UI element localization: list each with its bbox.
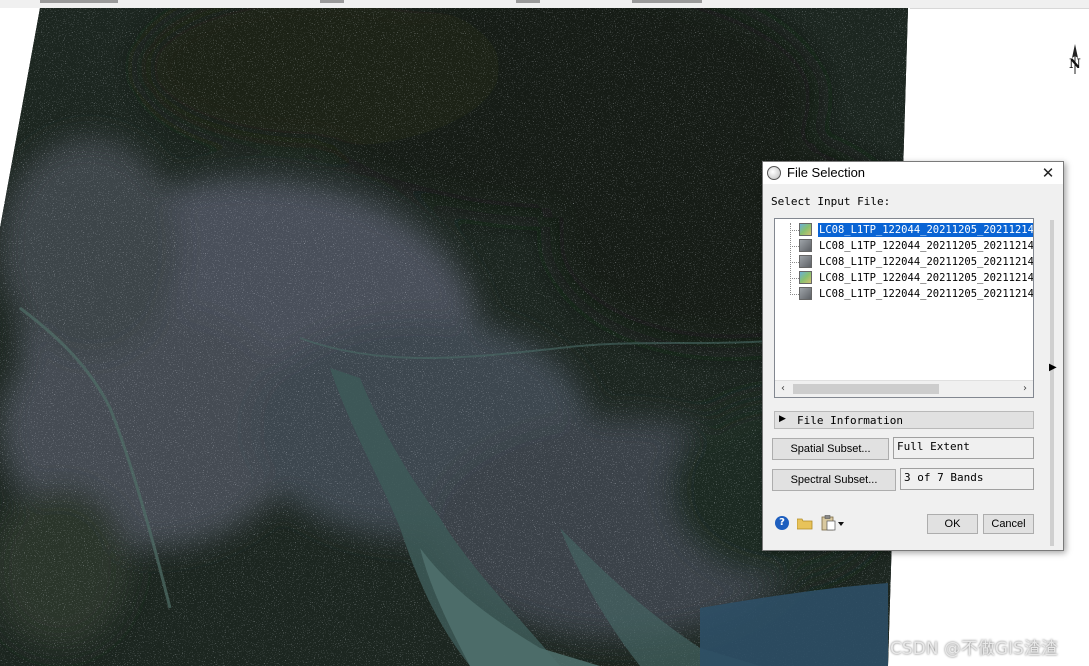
- file-information-expander[interactable]: ▶ File Information: [774, 411, 1034, 429]
- select-input-file-label: Select Input File:: [771, 195, 891, 208]
- spatial-subset-value: Full Extent: [893, 437, 1034, 459]
- spectral-subset-value: 3 of 7 Bands: [900, 468, 1034, 490]
- input-file-list[interactable]: LC08_L1TP_122044_20211205_20211214_0 LC0…: [774, 218, 1034, 398]
- scroll-left-icon[interactable]: ‹: [775, 381, 791, 397]
- open-folder-icon[interactable]: [797, 517, 813, 530]
- spectral-subset-button[interactable]: Spectral Subset...: [772, 469, 896, 491]
- dialog-titlebar[interactable]: File Selection ✕: [763, 162, 1063, 184]
- spatial-subset-button[interactable]: Spatial Subset...: [772, 438, 889, 460]
- cancel-button[interactable]: Cancel: [983, 514, 1034, 534]
- globe-icon: [767, 166, 781, 180]
- file-name[interactable]: LC08_L1TP_122044_20211205_20211214_0: [818, 287, 1033, 301]
- north-arrow: N: [1066, 44, 1084, 78]
- dialog-title: File Selection: [787, 165, 866, 180]
- file-name[interactable]: LC08_L1TP_122044_20211205_20211214_0: [818, 271, 1033, 285]
- color-raster-icon: [799, 271, 812, 284]
- file-name[interactable]: LC08_L1TP_122044_20211205_20211214_0: [817, 222, 1033, 238]
- help-icon[interactable]: ?: [775, 516, 789, 530]
- gray-raster-icon: [799, 287, 812, 300]
- file-list-item[interactable]: LC08_L1TP_122044_20211205_20211214_0: [775, 286, 1033, 302]
- expand-triangle-icon: ▶: [779, 414, 786, 424]
- clipboard-menu-icon[interactable]: [821, 515, 845, 531]
- ok-button[interactable]: OK: [927, 514, 978, 534]
- scrollbar-thumb[interactable]: [793, 384, 939, 394]
- file-name[interactable]: LC08_L1TP_122044_20211205_20211214_0: [818, 239, 1033, 253]
- file-name[interactable]: LC08_L1TP_122044_20211205_20211214_0: [818, 255, 1033, 269]
- file-information-label: File Information: [797, 414, 903, 427]
- close-button[interactable]: ✕: [1037, 163, 1059, 183]
- horizontal-scrollbar[interactable]: ‹ ›: [775, 380, 1033, 397]
- file-list-item[interactable]: LC08_L1TP_122044_20211205_20211214_0: [775, 270, 1033, 286]
- file-list-item[interactable]: LC08_L1TP_122044_20211205_20211214_0: [775, 238, 1033, 254]
- expand-right-icon[interactable]: ▶: [1049, 362, 1057, 373]
- file-list-item[interactable]: LC08_L1TP_122044_20211205_20211214_0: [775, 222, 1033, 238]
- file-list-item[interactable]: LC08_L1TP_122044_20211205_20211214_0: [775, 254, 1033, 270]
- gray-raster-icon: [799, 239, 812, 252]
- gray-raster-icon: [799, 255, 812, 268]
- color-raster-icon: [799, 223, 812, 236]
- file-selection-dialog: File Selection ✕ Select Input File: LC08…: [762, 161, 1064, 551]
- vertical-scroll-track[interactable]: [1050, 220, 1054, 546]
- north-arrow-label: N: [1069, 57, 1081, 72]
- scroll-right-icon[interactable]: ›: [1017, 381, 1033, 397]
- watermark: CSDN @不做GIS渣渣: [890, 639, 1058, 659]
